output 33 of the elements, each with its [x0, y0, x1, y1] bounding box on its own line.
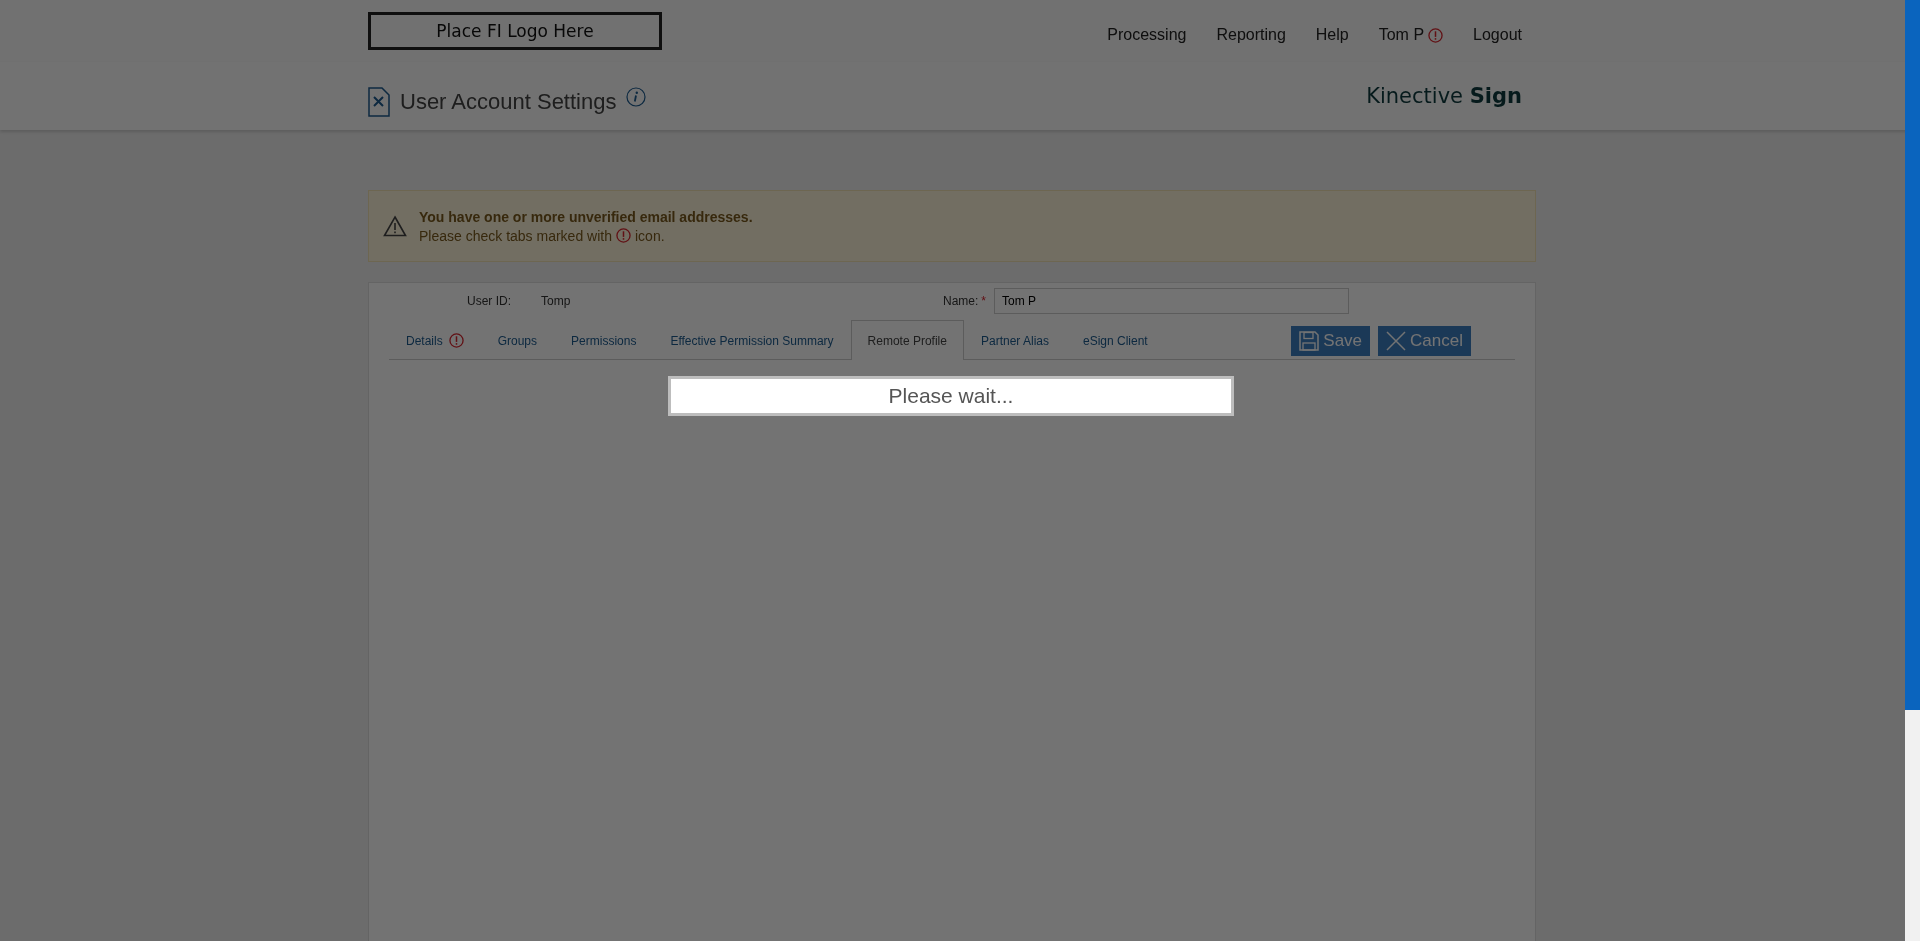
alert-text: icon.: [635, 227, 665, 244]
nav-link[interactable]: Help: [1315, 26, 1349, 44]
name-field[interactable]: Tom P: [994, 288, 1349, 314]
warning-icon: [448, 333, 464, 348]
brand-logo: Kinective Sign: [1366, 84, 1522, 108]
tab[interactable]: Details: [389, 321, 481, 359]
logo-placeholder-text: Place FI Logo Here: [436, 21, 594, 41]
user-id-value: Tomp: [541, 294, 572, 308]
tab[interactable]: Groups: [480, 321, 555, 359]
save-icon: [1299, 331, 1320, 351]
field-label: User ID:: [466, 294, 511, 308]
warning-icon: [1428, 27, 1444, 43]
warning-triangle-icon: [383, 215, 407, 237]
tab[interactable]: Permissions: [554, 321, 654, 359]
nav-link[interactable]: Tom P: [1378, 26, 1444, 44]
required-mark: *: [981, 294, 986, 308]
close-icon: [1386, 331, 1407, 351]
cancel-button[interactable]: Cancel: [1378, 326, 1471, 356]
nav-link[interactable]: Processing: [1107, 26, 1187, 44]
save-button[interactable]: Save: [1291, 326, 1371, 356]
loading-message: Please wait...: [668, 376, 1234, 416]
page-title: User Account Settings: [400, 89, 617, 115]
warning-icon: [616, 228, 631, 243]
info-icon[interactable]: [626, 87, 647, 107]
tab[interactable]: Remote Profile: [850, 320, 964, 360]
field-label: Name:: [943, 294, 979, 308]
tab[interactable]: eSign Client: [1066, 321, 1165, 359]
tab[interactable]: Effective Permission Summary: [653, 321, 851, 359]
nav-link[interactable]: Logout: [1473, 26, 1522, 44]
tab[interactable]: Partner Alias: [963, 321, 1066, 359]
alert-text: Please check tabs marked with: [419, 227, 612, 244]
alert-title: You have one or more unverified email addresses.: [419, 208, 753, 225]
nav-link[interactable]: Reporting: [1216, 26, 1286, 44]
